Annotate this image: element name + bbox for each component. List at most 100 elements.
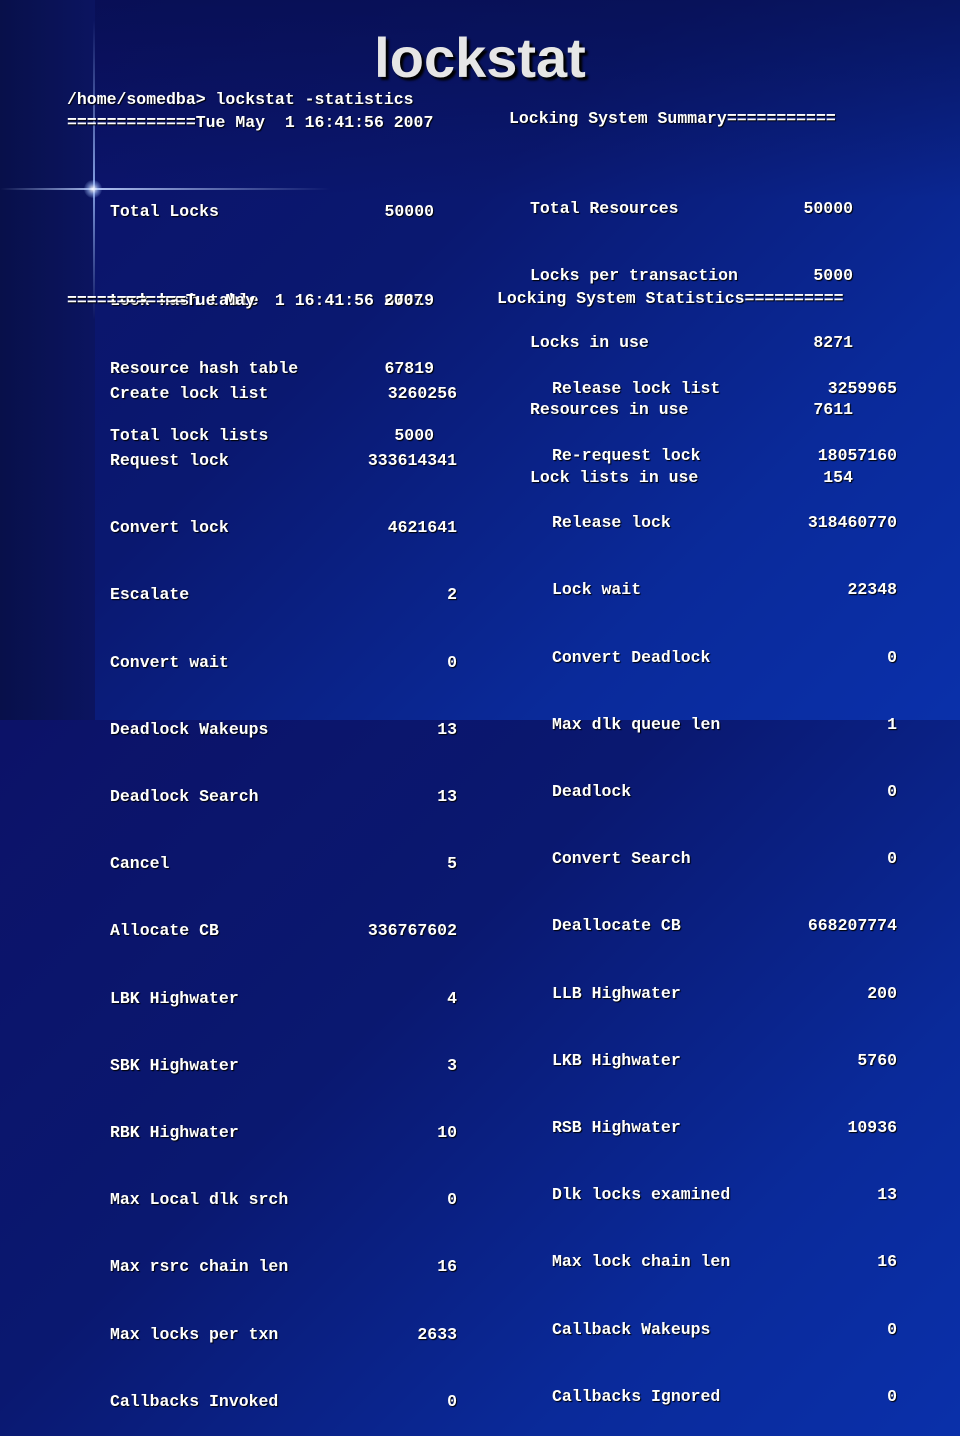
- stat-row: Max locks per txn 2633: [110, 1324, 457, 1346]
- stat-value: 336767602: [367, 921, 457, 941]
- stat-value: 4: [447, 988, 457, 1008]
- stat-row: Create lock list 3260256: [110, 383, 457, 405]
- stat-value: 0: [887, 782, 897, 802]
- stat-row: Convert wait 0: [110, 652, 457, 674]
- stat-row: Dlk locks examined 13: [552, 1184, 897, 1206]
- config-label: Total Locks: [110, 201, 219, 221]
- stat-value: 318460770: [807, 513, 897, 533]
- command-line: /home/somedba> lockstat -statistics: [67, 90, 414, 109]
- stat-row: SBK Highwater 3: [110, 1055, 457, 1077]
- stat-row: Max dlk queue len 1: [552, 714, 897, 736]
- stat-value: 0: [887, 1319, 897, 1339]
- stat-value: 16: [437, 1257, 457, 1277]
- summary-label: Total Resources: [530, 198, 679, 218]
- stat-row: Callbacks Invoked 0: [110, 1391, 457, 1413]
- stat-row: Convert Deadlock 0: [552, 647, 897, 669]
- stat-label: Escalate: [110, 585, 190, 605]
- stat-value: 0: [887, 647, 897, 667]
- config-value: 50000: [384, 201, 434, 221]
- stat-label: Convert wait: [110, 652, 229, 672]
- stat-label: Deadlock: [552, 782, 632, 802]
- stat-value: 10: [437, 1123, 457, 1143]
- stat-row: RBK Highwater 10: [110, 1122, 457, 1144]
- config-row: Total Locks 50000: [110, 201, 434, 246]
- stat-row: Callbacks Ignored 0: [552, 1386, 897, 1408]
- stat-label: Deallocate CB: [552, 916, 681, 936]
- stat-label: RSB Highwater: [552, 1118, 681, 1138]
- timestamp-header-1: =============Tue May 1 16:41:56 2007: [67, 113, 434, 132]
- stat-label: Re-request lock: [552, 446, 701, 466]
- stat-row: Deadlock 0: [552, 781, 897, 803]
- stat-value: 668207774: [807, 916, 897, 936]
- stat-label: Callback Wakeups: [552, 1319, 711, 1339]
- stat-value: 0: [887, 1386, 897, 1406]
- stat-row: Max lock chain len 16: [552, 1251, 897, 1273]
- stat-label: Convert lock: [110, 518, 229, 538]
- statistics-right-block: Release lock list 3259965 Re-request lock…: [552, 333, 897, 1431]
- stat-value: 16: [877, 1252, 897, 1272]
- stat-value: 3260256: [387, 383, 457, 403]
- summary-label: Locks per transaction: [530, 266, 738, 286]
- stat-value: 1: [887, 714, 897, 734]
- stat-row: Max rsrc chain len 16: [110, 1256, 457, 1278]
- stat-label: Lock wait: [552, 580, 642, 600]
- stat-value: 2: [447, 585, 457, 605]
- summary-row: Total Resources 50000: [530, 198, 853, 220]
- stat-label: Max locks per txn: [110, 1324, 279, 1344]
- stat-label: Request lock: [110, 451, 229, 471]
- stat-value: 0: [447, 1391, 457, 1411]
- stat-value: 13: [437, 719, 457, 739]
- stat-label: LBK Highwater: [110, 988, 239, 1008]
- stat-row: Re-request lock 18057160: [552, 445, 897, 467]
- stat-label: Create lock list: [110, 383, 269, 403]
- stat-label: LKB Highwater: [552, 1050, 681, 1070]
- stat-label: Release lock list: [552, 378, 721, 398]
- stat-value: 200: [867, 983, 897, 1003]
- stat-label: Cancel: [110, 854, 170, 874]
- summary-value: 50000: [803, 198, 853, 218]
- stat-label: RBK Highwater: [110, 1123, 239, 1143]
- stat-value: 5760: [857, 1050, 897, 1070]
- stat-row: Allocate CB 336767602: [110, 920, 457, 942]
- stat-value: 13: [877, 1185, 897, 1205]
- stat-label: Callbacks Ignored: [552, 1386, 721, 1406]
- stat-row: RSB Highwater 10936: [552, 1117, 897, 1139]
- statistics-left-block: Create lock list 3260256 Request lock 3336…: [110, 338, 457, 1436]
- stat-row: Convert Search 0: [552, 848, 897, 870]
- stat-label: Convert Search: [552, 849, 691, 869]
- stat-value: 0: [887, 849, 897, 869]
- summary-row: Locks per transaction 5000: [530, 265, 853, 287]
- stat-label: Max rsrc chain len: [110, 1257, 289, 1277]
- stat-value: 333614341: [367, 451, 457, 471]
- stat-value: 0: [447, 1190, 457, 1210]
- stat-value: 13: [437, 787, 457, 807]
- stat-row: Release lock 318460770: [552, 512, 897, 534]
- stat-value: 4621641: [387, 518, 457, 538]
- stat-row: Max Local dlk srch 0: [110, 1189, 457, 1211]
- stat-value: 0: [447, 652, 457, 672]
- stat-label: LLB Highwater: [552, 983, 681, 1003]
- stat-label: Max lock chain len: [552, 1252, 731, 1272]
- stat-row: Release lock list 3259965: [552, 378, 897, 400]
- stat-value: 18057160: [817, 446, 897, 466]
- lens-flare-star-icon: [84, 180, 102, 198]
- stat-row: Deadlock Search 13: [110, 786, 457, 808]
- stat-row: LLB Highwater 200: [552, 983, 897, 1005]
- stat-row: Request lock 333614341: [110, 450, 457, 472]
- stat-row: LKB Highwater 5760: [552, 1050, 897, 1072]
- stat-row: Cancel 5: [110, 853, 457, 875]
- stat-row: Deadlock Wakeups 13: [110, 719, 457, 741]
- stat-label: Max dlk queue len: [552, 714, 721, 734]
- stat-value: 3: [447, 1055, 457, 1075]
- stat-label: Deadlock Search: [110, 787, 259, 807]
- stat-label: Allocate CB: [110, 921, 219, 941]
- stat-label: Dlk locks examined: [552, 1185, 731, 1205]
- stat-label: Max Local dlk srch: [110, 1190, 289, 1210]
- stat-value: 3259965: [827, 378, 897, 398]
- stat-label: Release lock: [552, 513, 671, 533]
- slide-title: lockstat: [374, 26, 586, 89]
- summary-header: Locking System Summary===========: [509, 109, 836, 128]
- stat-value: 10936: [847, 1118, 897, 1138]
- stat-label: Convert Deadlock: [552, 647, 711, 667]
- stat-value: 5: [447, 854, 457, 874]
